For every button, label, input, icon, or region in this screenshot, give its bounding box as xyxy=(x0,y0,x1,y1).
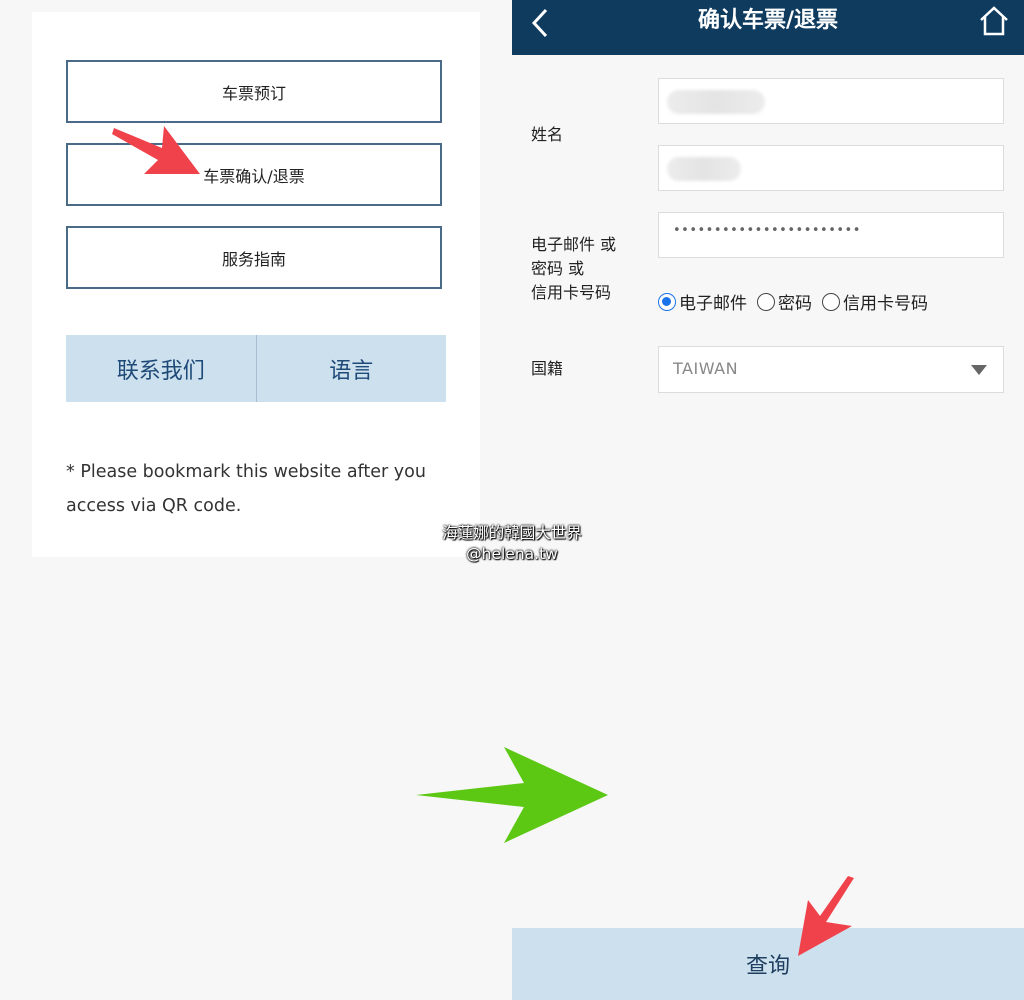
watermark-line1: 海蓮娜的韓國大世界 xyxy=(442,524,582,542)
last-name-input[interactable] xyxy=(658,78,1004,124)
left-menu-card: 车票预订 车票确认/退票 服务指南 联系我们 语言 * Please bookm… xyxy=(32,12,480,557)
watermark-line2: @helena.tw xyxy=(466,545,558,563)
top-navigation-bar: 确认车票/退票 xyxy=(512,0,1024,55)
first-name-input[interactable] xyxy=(658,145,1004,191)
nationality-value: TAIWAN xyxy=(673,359,739,378)
id-type-label-line3: 信用卡号码 xyxy=(531,283,612,302)
credential-input[interactable]: ••••••••••••••••••••••• xyxy=(658,212,1004,258)
red-pointer-arrow-left xyxy=(112,126,200,174)
red-pointer-arrow-right xyxy=(798,876,854,956)
id-type-label-line1: 电子邮件 或 xyxy=(531,235,617,254)
contact-us-label: 联系我们 xyxy=(116,358,205,384)
nationality-label: 国籍 xyxy=(531,359,564,378)
query-button[interactable]: 查询 xyxy=(512,928,1024,1000)
ticket-booking-button[interactable]: 车票预订 xyxy=(66,60,442,123)
radio-email-label: 电子邮件 xyxy=(679,294,747,314)
radio-credit-card-label: 信用卡号码 xyxy=(843,294,928,314)
service-guide-label: 服务指南 xyxy=(221,249,286,269)
caret-down-icon xyxy=(971,365,987,375)
radio-email[interactable]: 电子邮件 xyxy=(658,289,747,314)
id-type-label-line2: 密码 或 xyxy=(531,259,585,278)
blurred-name-value xyxy=(667,90,765,114)
nationality-select[interactable]: TAIWAN xyxy=(658,346,1004,393)
watermark: 海蓮娜的韓國大世界 @helena.tw xyxy=(420,523,604,565)
ticket-confirm-refund-label: 车票确认/退票 xyxy=(203,166,305,186)
radio-credit-card[interactable]: 信用卡号码 xyxy=(822,289,928,314)
ticket-booking-label: 车票预订 xyxy=(221,83,286,103)
green-transition-arrow xyxy=(416,747,608,843)
credential-masked-value: ••••••••••••••••••••••• xyxy=(673,223,861,238)
radio-password[interactable]: 密码 xyxy=(757,289,812,314)
service-guide-button[interactable]: 服务指南 xyxy=(66,226,442,289)
bookmark-note: * Please bookmark this website after you… xyxy=(66,462,426,516)
contact-language-bar: 联系我们 语言 xyxy=(66,335,446,402)
radio-password-label: 密码 xyxy=(778,294,812,314)
radio-credit-card-icon[interactable] xyxy=(822,292,840,311)
name-label: 姓名 xyxy=(531,125,564,144)
credential-type-radio-group: 电子邮件 密码 信用卡号码 xyxy=(658,289,938,314)
radio-email-checked-icon[interactable] xyxy=(658,292,676,311)
page-title: 确认车票/退票 xyxy=(697,8,839,33)
query-label: 查询 xyxy=(745,954,790,979)
language-label: 语言 xyxy=(329,358,374,384)
language-button[interactable]: 语言 xyxy=(257,335,447,402)
blurred-name-value xyxy=(667,157,741,181)
home-icon[interactable] xyxy=(979,5,1009,37)
contact-us-button[interactable]: 联系我们 xyxy=(66,335,256,402)
radio-password-icon[interactable] xyxy=(757,292,775,311)
